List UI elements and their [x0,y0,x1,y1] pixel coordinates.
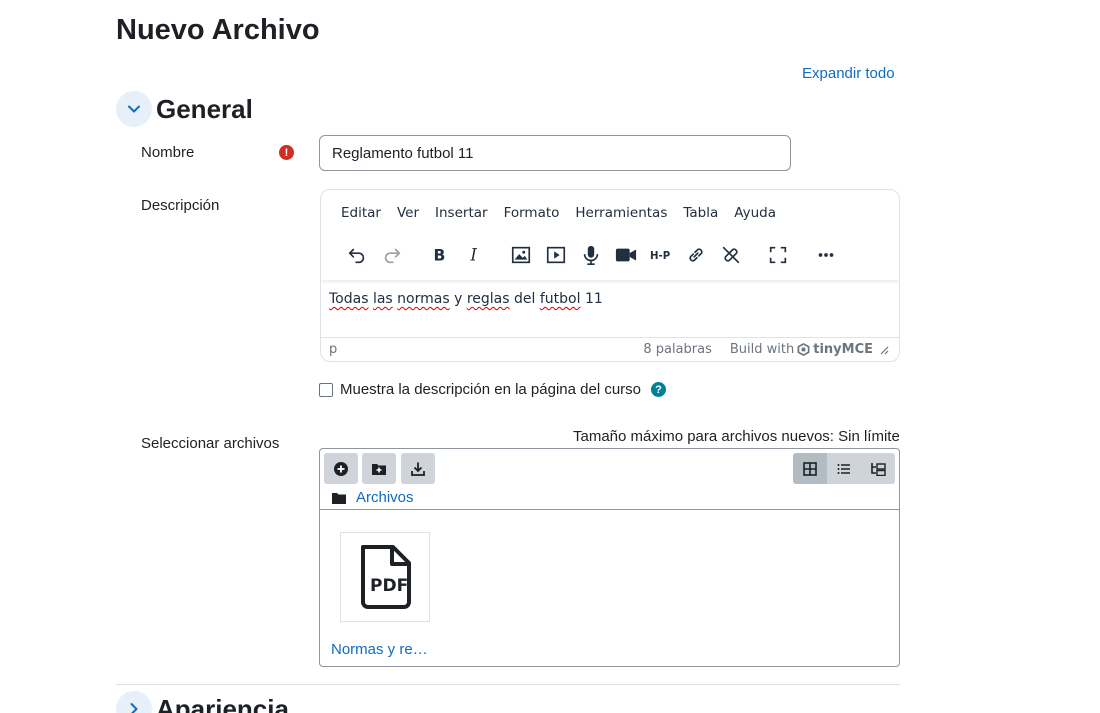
breadcrumb-archivos[interactable]: Archivos [356,489,414,506]
editor-statusbar: p 8 palabras Build with tinyMCE [321,337,899,361]
view-icons-button[interactable] [793,453,827,484]
required-icon: ! [279,145,294,160]
download-icon [411,462,425,476]
content-word: las [372,291,393,307]
select-files-label: Seleccionar archivos [141,435,280,452]
unlink-icon[interactable] [713,238,748,272]
editor-menubar: Editar Ver Insertar Formato Herramientas… [321,190,899,230]
content-word: 11 [584,291,603,307]
section-appearance-header[interactable]: Apariencia [116,691,289,713]
content-word: normas [397,291,450,307]
more-icon[interactable] [808,238,843,272]
tree-icon [871,462,886,476]
section-divider [116,684,900,685]
file-thumbnail[interactable]: PDF [340,532,430,622]
add-file-button[interactable] [324,453,358,484]
build-with-text: Build with [729,342,795,357]
grid-icon [803,461,817,476]
file-type-label: PDF [370,576,408,596]
show-description-row: Muestra la descripción en la página del … [319,381,667,398]
bold-icon[interactable]: B [421,238,456,272]
list-icon [837,463,850,474]
create-folder-button[interactable] [362,453,396,484]
file-name-link[interactable]: Normas y re… [331,641,428,658]
menu-herramientas[interactable]: Herramientas [567,205,675,230]
menu-ayuda[interactable]: Ayuda [726,205,784,230]
content-word: futbol [539,291,581,307]
section-general-title: General [156,93,253,124]
microphone-icon[interactable] [573,238,608,272]
chevron-right-icon[interactable] [116,691,152,713]
menu-ver[interactable]: Ver [389,205,427,230]
image-icon[interactable] [503,238,538,272]
svg-text:I: I [469,246,477,265]
plus-circle-icon [334,461,348,476]
tinymce-brand[interactable]: Build with tinyMCE [730,342,873,357]
view-switcher [793,453,895,484]
menu-insertar[interactable]: Insertar [427,205,496,230]
content-word: reglas [466,291,510,307]
content-word: Todas [329,291,369,307]
download-button[interactable] [401,453,435,484]
folder-icon [332,492,346,504]
view-tree-button[interactable] [861,453,895,484]
menu-formato[interactable]: Formato [496,205,568,230]
italic-icon[interactable]: I [456,238,491,272]
section-general-header[interactable]: General [116,91,253,127]
editor-content[interactable]: Todas las normas y reglas del futbol 11 [321,280,899,337]
pdf-file-icon: PDF [361,545,411,609]
breadcrumb: Archivos [332,489,414,506]
svg-text:B: B [433,247,445,265]
page-title: Nuevo Archivo [116,14,320,46]
description-label: Descripción [141,197,220,214]
tinymce-logo-icon [797,343,810,356]
h5p-icon[interactable]: H-P [643,238,678,272]
help-icon[interactable]: ? [651,382,667,397]
media-icon[interactable] [538,238,573,272]
menu-editar[interactable]: Editar [333,205,389,230]
view-list-button[interactable] [827,453,861,484]
svg-text:H-P: H-P [650,251,671,262]
editor-toolbar: B I H-P [321,230,899,280]
tinymce-brand-name: tinyMCE [813,342,873,357]
show-description-checkbox[interactable] [319,382,333,397]
content-word: del [514,291,536,307]
folder-plus-icon [372,463,386,475]
expand-all-link[interactable]: Expandir todo [802,65,895,82]
redo-icon[interactable] [374,238,409,272]
element-path[interactable]: p [329,342,337,357]
max-size-text: Tamaño máximo para archivos nuevos: Sin … [573,428,900,445]
word-count[interactable]: 8 palabras [643,342,712,357]
menu-tabla[interactable]: Tabla [675,205,726,230]
video-camera-icon[interactable] [608,238,643,272]
fullscreen-icon[interactable] [760,238,795,272]
name-field[interactable] [319,135,791,171]
rich-text-editor: Editar Ver Insertar Formato Herramientas… [320,189,900,362]
show-description-label[interactable]: Muestra la descripción en la página del … [340,381,641,398]
section-appearance-title: Apariencia [156,693,289,713]
link-icon[interactable] [678,238,713,272]
chevron-down-icon[interactable] [116,91,152,127]
name-label: Nombre [141,144,195,161]
resize-handle-icon[interactable] [879,345,889,355]
file-picker: Archivos PDF Normas y re… [319,448,900,667]
content-word: y [454,291,463,307]
undo-icon[interactable] [339,238,374,272]
file-picker-toolbar: Archivos [320,449,899,510]
